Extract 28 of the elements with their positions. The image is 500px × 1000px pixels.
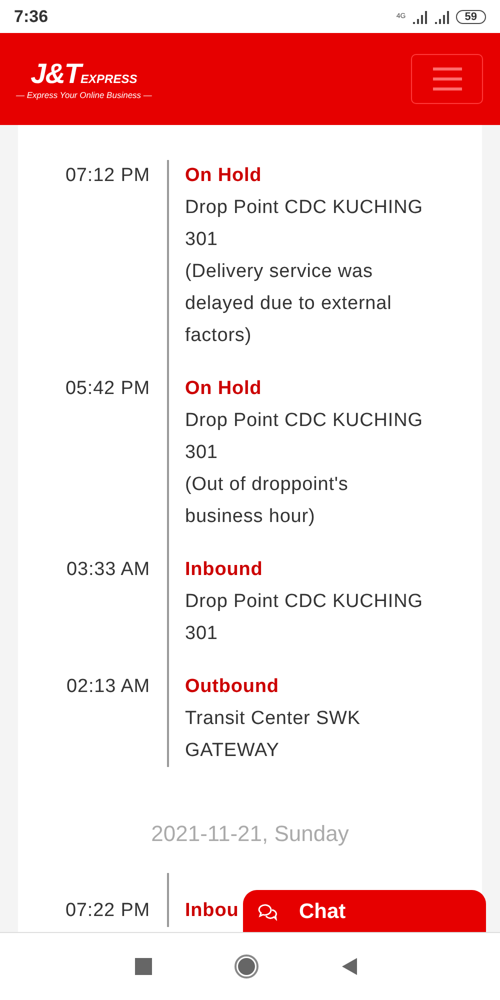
event-status: On Hold [185,164,262,188]
event-status: On Hold [185,377,262,401]
event-time: 02:13 AM [66,675,150,699]
date-heading: 2021-11-21, Sunday [150,820,350,848]
logo-text: J&T [30,58,81,90]
event-time: 07:12 PM [64,164,150,188]
signal-icon [412,9,428,24]
event-status: Inbou [185,899,239,923]
event-location: Drop Point CDC KUCHING 301 [185,196,424,252]
signal-icon [434,9,450,24]
event-location: Drop Point CDC KUCHING 301 [185,590,424,646]
event-note: (Delivery service was delayed due to external factors) [185,260,393,348]
tagline: — Express Your Online Business — [16,90,152,100]
event-time: 05:42 PM [64,377,150,401]
battery-level: 59 [456,10,486,24]
menu-icon [432,67,462,91]
event-location: Drop Point CDC KUCHING 301 [185,409,424,465]
event-location: Transit Center SWK GATEWAY [185,707,362,763]
event-status: Inbound [185,558,263,582]
event-status: Outbound [185,675,279,699]
clock-time: 7:36 [14,6,48,26]
event-note: (Out of droppoint's business hour) [185,473,350,529]
home-button[interactable] [234,954,259,979]
chat-button[interactable]: Chat [243,890,486,933]
event-time: 03:33 AM [66,558,150,582]
chat-icon [257,902,277,922]
event-time: 07:22 PM [64,899,150,923]
back-button[interactable] [341,958,357,975]
